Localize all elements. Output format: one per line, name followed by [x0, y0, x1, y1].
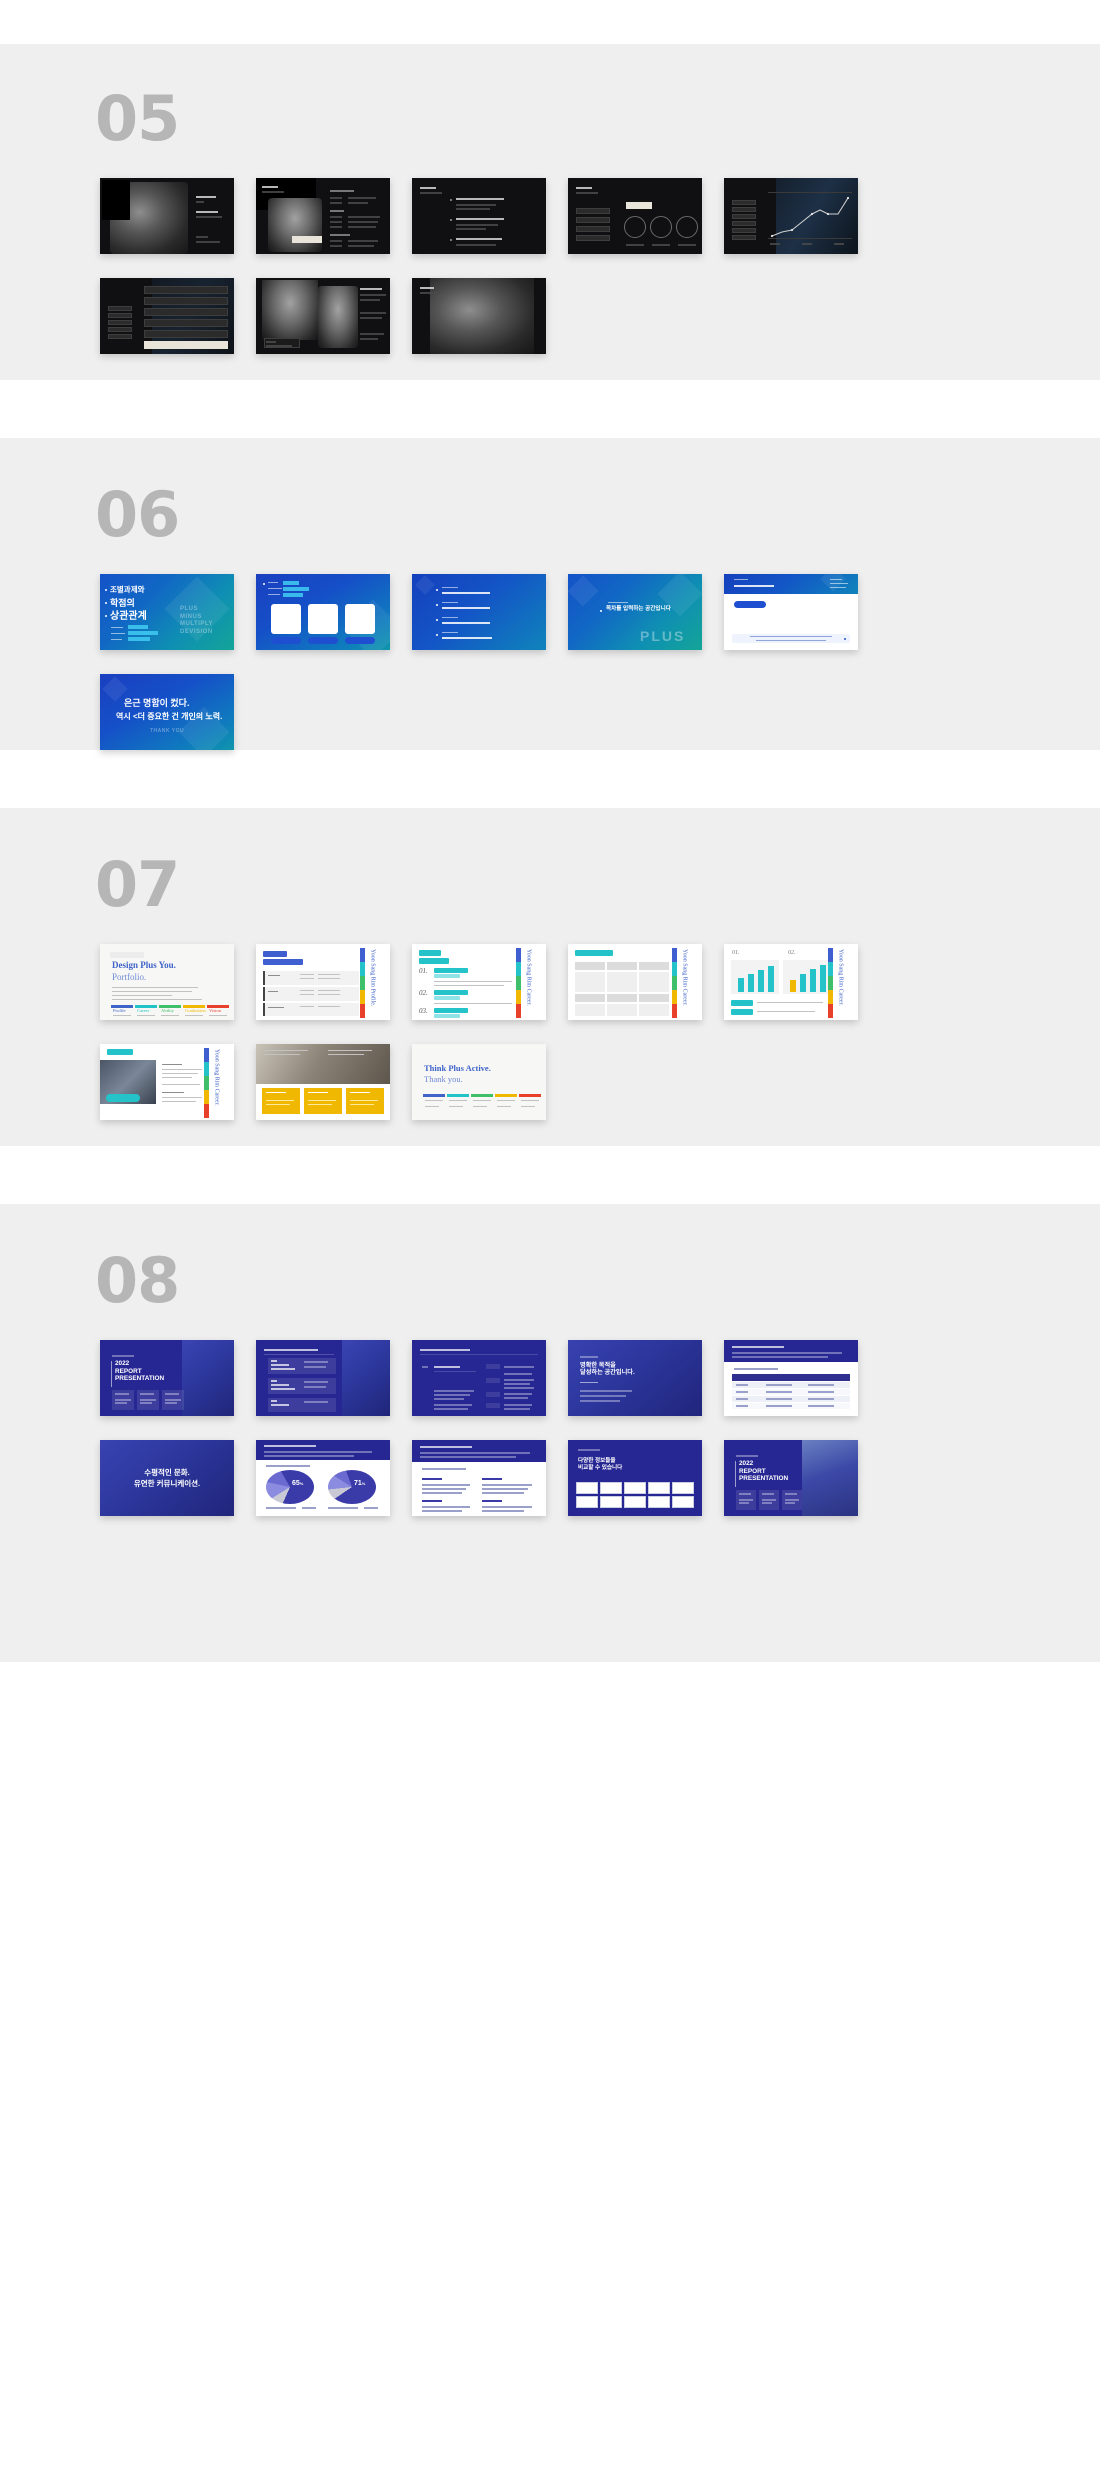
pie-chart-2	[328, 1470, 376, 1504]
section-07: 07 Design Plus You. Portfolio. Profile C…	[0, 808, 1100, 1146]
col-label-4: Vision	[209, 1008, 221, 1013]
slide-05-04[interactable]	[568, 178, 702, 254]
slide-05-01[interactable]	[100, 178, 234, 254]
section-07-number: 07	[95, 848, 180, 921]
vertical-label: Yoon Sang Rim Career.	[837, 949, 844, 1006]
section-06-number: 06	[95, 478, 180, 551]
slide-08-03[interactable]	[412, 1340, 546, 1416]
slide-08-06[interactable]: 수평적인 문화. 유연한 커뮤니케이션.	[100, 1440, 234, 1516]
slide-08-08[interactable]	[412, 1440, 546, 1516]
vertical-label: Yoon Sang Rim Career.	[681, 949, 688, 1006]
cover-title-2: Portfolio.	[112, 972, 147, 982]
slide-07-04[interactable]: Yoon Sang Rim Career.	[568, 944, 702, 1020]
slide-07-05[interactable]: 01. 02. Yoon Sang Rim Career.	[724, 944, 858, 1020]
divider-title: 목차를 입력하는 공간입니다	[606, 606, 671, 612]
slide-07-01[interactable]: Design Plus You. Portfolio. Profile Care…	[100, 944, 234, 1020]
closing-title-2: Thank you.	[424, 1074, 463, 1084]
pie-1-value: 65%	[292, 1480, 304, 1487]
vertical-label: Yoon Sang Rim Career.	[213, 1049, 220, 1106]
slide-05-05[interactable]	[724, 178, 858, 254]
closing-title-1: Think Plus Active.	[424, 1063, 491, 1073]
item-num-0: 01.	[419, 967, 428, 975]
slide-08-10[interactable]: 2022 REPORT PRESENTATION	[724, 1440, 858, 1516]
spacer-07-08	[0, 1146, 1100, 1204]
section-08: 08 2022 REPORT PRESENTATION 명확한 목적을 달성하는…	[0, 1204, 1100, 1662]
cover-title-1: Design Plus You.	[112, 960, 176, 970]
closing-line-1: 은근 명함이 컸다.	[124, 698, 190, 708]
pie-chart-1	[266, 1470, 314, 1504]
slide-06-01[interactable]: 조별과제와 학점의 상관관계 PLUS MINUS MULTIPLY DEVIS…	[100, 574, 234, 650]
slide-06-03[interactable]	[412, 574, 546, 650]
line-chart	[770, 196, 850, 238]
cover-line-2: 학점의	[110, 598, 135, 608]
slide-06-02[interactable]	[256, 574, 390, 650]
quote-line-1: 수평적인 문화.	[144, 1468, 190, 1477]
cover-ghost: PLUS MINUS MULTIPLY DEVISION	[180, 606, 214, 635]
closing-title: 2022 REPORT PRESENTATION	[739, 1460, 789, 1483]
col-label-3: Graduation	[185, 1008, 206, 1013]
section-06: 06 조별과제와 학점의 상관관계 PLUS MINUS MULTIPLY DE…	[0, 438, 1100, 750]
section-08-grid: 2022 REPORT PRESENTATION 명확한 목적을 달성하는 공간…	[0, 1340, 1100, 1516]
section-05-grid	[0, 178, 1100, 354]
template-gallery-page: 05 06 조별과제와 학점의 상관관계 PLUS MINUS MULTIPLY…	[0, 0, 1100, 1692]
col-label-1: Career	[137, 1008, 150, 1013]
slide-07-02[interactable]: Yoon Sang Rim Profile.	[256, 944, 390, 1020]
closing-sub: THANK YOU	[150, 728, 185, 734]
bottom-spacer	[0, 1662, 1100, 1692]
closing-line-2: 역시 <더 중요한 건 개인의 노력.	[116, 712, 223, 721]
grid-title: 다양한 정보들을 비교할 수 있습니다	[578, 1458, 623, 1471]
slide-08-05[interactable]	[724, 1340, 858, 1416]
top-spacer	[0, 0, 1100, 44]
vertical-label: Yoon Sang Rim Career.	[525, 949, 532, 1006]
section-05-number: 05	[95, 82, 180, 155]
col-label-2: Ability	[161, 1008, 175, 1013]
slide-07-03[interactable]: 01. 02. 03. Yoon Sang Rim Career.	[412, 944, 546, 1020]
item-num-1: 02.	[419, 989, 428, 997]
slide-07-06[interactable]: Yoon Sang Rim Career.	[100, 1044, 234, 1120]
section-08-number: 08	[95, 1244, 180, 1317]
divider-title: 명확한 목적을 달성하는 공간입니다.	[580, 1362, 635, 1377]
cover-title: 2022 REPORT PRESENTATION	[115, 1360, 165, 1383]
slide-05-07[interactable]	[256, 278, 390, 354]
slide-07-08[interactable]: Think Plus Active. Thank you.	[412, 1044, 546, 1120]
divider-ghost: PLUS	[640, 628, 686, 644]
col-label-0: Profile	[113, 1008, 126, 1013]
slide-08-04[interactable]: 명확한 목적을 달성하는 공간입니다.	[568, 1340, 702, 1416]
section-06-grid: 조별과제와 학점의 상관관계 PLUS MINUS MULTIPLY DEVIS…	[0, 574, 1100, 750]
slide-05-08[interactable]	[412, 278, 546, 354]
slide-08-01[interactable]: 2022 REPORT PRESENTATION	[100, 1340, 234, 1416]
pie-2-value: 71%	[354, 1480, 366, 1487]
quote-line-2: 유연한 커뮤니케이션.	[133, 1479, 201, 1488]
item-num-2: 03.	[419, 1007, 428, 1015]
section-07-grid: Design Plus You. Portfolio. Profile Care…	[0, 944, 1100, 1120]
slide-06-04[interactable]: 목차를 입력하는 공간입니다 PLUS	[568, 574, 702, 650]
spacer-06-07	[0, 750, 1100, 808]
slide-06-05[interactable]	[724, 574, 858, 650]
slide-07-07[interactable]	[256, 1044, 390, 1120]
cover-line-3: 상관관계	[110, 611, 147, 622]
slide-08-07[interactable]: 65% 71%	[256, 1440, 390, 1516]
slide-06-06[interactable]: 은근 명함이 컸다. 역시 <더 중요한 건 개인의 노력. THANK YOU	[100, 674, 234, 750]
spacer-05-06	[0, 380, 1100, 438]
slide-08-02[interactable]	[256, 1340, 390, 1416]
vertical-label: Yoon Sang Rim Profile.	[369, 949, 376, 1007]
slide-05-03[interactable]	[412, 178, 546, 254]
slide-05-06[interactable]	[100, 278, 234, 354]
slide-05-02[interactable]	[256, 178, 390, 254]
slide-08-09[interactable]: 다양한 정보들을 비교할 수 있습니다	[568, 1440, 702, 1516]
section-05: 05	[0, 44, 1100, 380]
cover-line-1: 조별과제와	[110, 585, 145, 594]
